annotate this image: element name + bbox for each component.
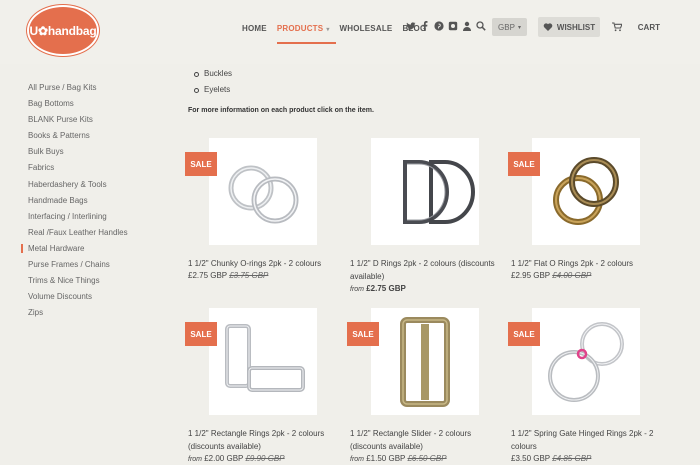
sidebar-item[interactable]: Bulk Buys — [28, 144, 178, 160]
price-from: from — [350, 456, 364, 463]
product-image[interactable] — [532, 138, 640, 245]
cart-icon — [612, 22, 622, 32]
old-price: £3.75 GBP — [229, 271, 269, 280]
product-price: from £2.00 GBP £9.90 GBP — [188, 454, 338, 463]
sidebar-item[interactable]: Metal Hardware — [21, 241, 178, 257]
product-price: £2.75 GBP £3.75 GBP — [188, 271, 338, 280]
sidebar-item[interactable]: Bag Bottoms — [28, 96, 178, 112]
product-price: from £2.75 GBP — [350, 284, 500, 293]
chevron-down-icon: ▾ — [326, 26, 330, 33]
social-icons — [404, 19, 488, 33]
sidebar-item[interactable]: All Purse / Bag Kits — [28, 80, 178, 96]
sale-badge: SALE — [508, 152, 540, 176]
sale-badge: SALE — [347, 322, 379, 346]
sidebar-item[interactable]: Interfacing / Interlining — [28, 209, 178, 225]
product-price: £3.50 GBP £4.85 GBP — [511, 454, 661, 463]
currency-value: GBP — [498, 22, 515, 32]
sidebar-item[interactable]: BLANK Purse Kits — [28, 112, 178, 128]
old-price: £4.00 GBP — [552, 271, 592, 280]
old-price: £9.90 GBP — [245, 454, 285, 463]
product-price: from £1.50 GBP £6.50 GBP — [350, 454, 500, 463]
price-from: from — [188, 456, 202, 463]
sidebar-item[interactable]: Purse Frames / Chains — [28, 257, 178, 273]
old-price: £4.85 GBP — [552, 454, 592, 463]
chevron-down-icon: ▾ — [517, 24, 521, 31]
site-header: U✿handbag HOME PRODUCTS ▾ WHOLESALE BLOG … — [0, 0, 700, 64]
current-price: £2.00 GBP — [204, 454, 244, 463]
current-price: £1.50 GBP — [366, 454, 406, 463]
sidebar-item[interactable]: Trims & Nice Things — [28, 273, 178, 289]
nav-products-label: PRODUCTS — [276, 23, 324, 33]
product-title[interactable]: 1 1/2" Flat O Rings 2pk - 2 colours — [511, 257, 661, 270]
product-image[interactable] — [209, 138, 317, 245]
product-image[interactable] — [371, 138, 479, 245]
product-price: £2.95 GBP £4.00 GBP — [511, 271, 661, 280]
wishlist-button[interactable]: WISHLIST — [538, 17, 600, 37]
wishlist-label: WISHLIST — [556, 22, 596, 32]
price-from: from — [350, 286, 364, 293]
instagram-icon[interactable] — [446, 19, 460, 33]
sidebar-item[interactable]: Zips — [28, 305, 178, 321]
heart-icon — [543, 23, 553, 31]
nav-home[interactable]: HOME — [242, 24, 267, 33]
cart-label: CART — [637, 22, 660, 32]
current-price: £2.75 GBP — [366, 284, 406, 293]
product-image[interactable] — [532, 308, 640, 415]
site-logo[interactable]: U✿handbag — [27, 5, 99, 56]
sale-badge: SALE — [185, 322, 217, 346]
product-image[interactable] — [209, 308, 317, 415]
sidebar-item[interactable]: Volume Discounts — [28, 289, 178, 305]
product-title[interactable]: 1 1/2" Chunky O-rings 2pk - 2 colours — [188, 257, 338, 270]
product-title[interactable]: 1 1/2" D Rings 2pk - 2 colours (discount… — [350, 257, 500, 283]
product-title[interactable]: 1 1/2" Spring Gate Hinged Rings 2pk - 2 … — [511, 427, 661, 453]
old-price: £6.50 GBP — [407, 454, 447, 463]
subcategory-list: Buckles Eyelets — [194, 66, 232, 98]
category-sidebar: All Purse / Bag Kits Bag Bottoms BLANK Pur… — [21, 80, 178, 321]
product-image[interactable] — [371, 308, 479, 415]
sidebar-item[interactable]: Books & Patterns — [28, 128, 178, 144]
info-text: For more information on each product cli… — [188, 107, 374, 114]
sidebar-item[interactable]: Handmade Bags — [28, 193, 178, 209]
current-price: £3.50 GBP — [511, 454, 550, 463]
product-title[interactable]: 1 1/2" Rectangle Slider - 2 colours (dis… — [350, 427, 500, 453]
logo-text: U✿handbag — [29, 23, 97, 38]
account-icon[interactable] — [460, 19, 474, 33]
pinterest-icon[interactable] — [432, 19, 446, 33]
sidebar-item[interactable]: Real /Faux Leather Handles — [28, 225, 178, 241]
nav-products[interactable]: PRODUCTS ▾ — [276, 23, 336, 44]
sale-badge: SALE — [508, 322, 540, 346]
twitter-icon[interactable] — [404, 19, 418, 33]
facebook-icon[interactable] — [418, 19, 432, 33]
cart-button[interactable]: CART — [612, 17, 660, 37]
search-icon[interactable] — [474, 19, 488, 33]
sale-badge: SALE — [185, 152, 217, 176]
current-price: £2.75 GBP — [188, 271, 227, 280]
sidebar-item[interactable]: Fabrics — [28, 160, 178, 176]
nav-wholesale[interactable]: WHOLESALE — [340, 24, 393, 33]
currency-select[interactable]: GBP ▾ — [492, 18, 527, 36]
current-price: £2.95 GBP — [511, 271, 550, 280]
product-title[interactable]: 1 1/2" Rectangle Rings 2pk - 2 colours (… — [188, 427, 338, 453]
sidebar-item[interactable]: Haberdashery & Tools — [28, 177, 178, 193]
subcategory-eyelets[interactable]: Eyelets — [194, 82, 232, 98]
subcategory-buckles[interactable]: Buckles — [194, 66, 232, 82]
